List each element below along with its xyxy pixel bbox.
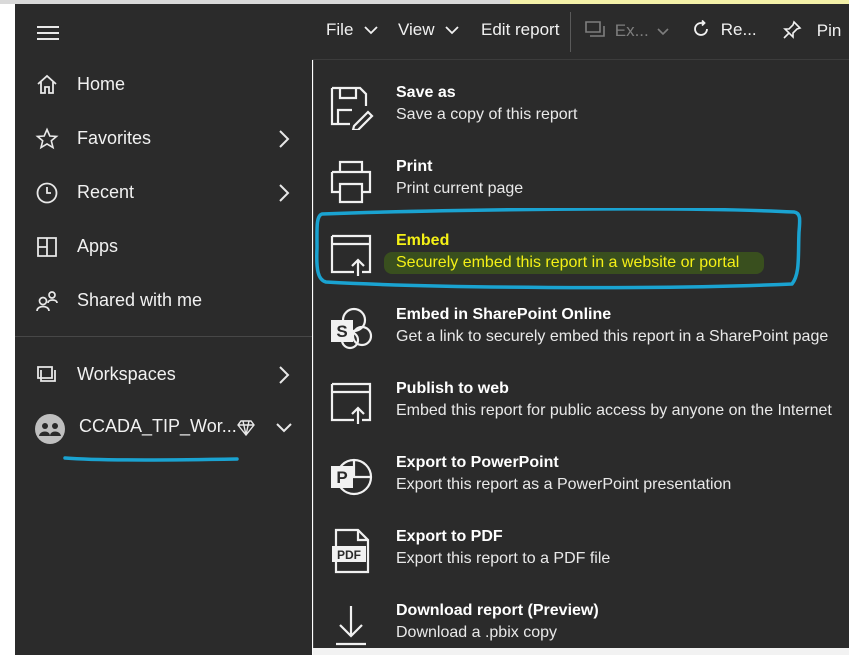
sidebar-item-current-workspace[interactable]: CCADA_TIP_Wor... xyxy=(15,402,312,454)
export-label: Ex... xyxy=(614,21,649,40)
sidebar-item-label: Favorites xyxy=(77,128,152,148)
menu-item-description: Export this report to a PDF file xyxy=(396,550,611,567)
powerpoint-icon: P xyxy=(331,458,373,496)
clock-icon xyxy=(36,182,58,204)
publish-web-icon xyxy=(330,382,372,424)
sidebar-item-label: Recent xyxy=(77,182,135,202)
refresh-label: Re... xyxy=(720,20,757,39)
menu-item-download-report[interactable]: Download report (Preview) Download a .pb… xyxy=(314,586,849,655)
pin-icon xyxy=(783,20,802,39)
sharepoint-icon: S xyxy=(331,307,373,350)
shared-icon xyxy=(36,291,58,312)
toolbar-separator xyxy=(570,12,571,52)
annotation-circle xyxy=(315,208,802,290)
sidebar-item-workspaces[interactable]: Workspaces xyxy=(15,350,312,402)
svg-text:S: S xyxy=(336,322,347,341)
menu-item-title: Publish to web xyxy=(396,380,509,397)
chevron-down-icon xyxy=(364,26,378,35)
apps-icon xyxy=(37,237,57,257)
menu-item-title: Embed in SharePoint Online xyxy=(396,306,612,323)
menu-item-title: Print xyxy=(396,158,433,175)
sidebar-item-home[interactable]: Home xyxy=(15,60,312,112)
refresh-button[interactable]: Re... xyxy=(692,19,757,40)
menu-item-description: Embed this report for public access by a… xyxy=(396,402,832,419)
download-icon xyxy=(336,606,366,646)
menu-item-description: Get a link to securely embed this report… xyxy=(396,328,829,345)
chevron-right-icon[interactable] xyxy=(277,364,291,386)
annotation-underline xyxy=(63,456,239,462)
menu-item-print[interactable]: Print Print current page xyxy=(314,142,849,216)
people-icon xyxy=(39,423,61,436)
chevron-right-icon[interactable] xyxy=(277,182,291,204)
bottom-strip xyxy=(313,648,849,655)
workspace-avatar xyxy=(35,414,65,444)
menu-item-embed-sharepoint[interactable]: S Embed in SharePoint Online Get a link … xyxy=(314,290,849,364)
edit-report-label: Edit report xyxy=(481,20,560,39)
refresh-icon xyxy=(694,19,708,36)
menu-item-publish-to-web[interactable]: Publish to web Embed this report for pub… xyxy=(314,364,849,438)
star-icon xyxy=(35,127,59,150)
sidebar-item-label: Apps xyxy=(77,236,119,256)
chevron-right-icon[interactable] xyxy=(277,128,291,150)
workspaces-icon xyxy=(37,366,56,382)
view-menu-label: View xyxy=(398,20,435,39)
workspace-name: CCADA_TIP_Wor... xyxy=(79,416,237,436)
pdf-icon: PDF xyxy=(332,528,370,574)
premium-diamond-icon xyxy=(237,420,255,436)
home-icon xyxy=(37,74,57,94)
report-toolbar: File View Edit report Ex... Re... Pin xyxy=(312,4,849,60)
svg-text:PDF: PDF xyxy=(337,548,361,562)
file-menu-label: File xyxy=(326,20,354,39)
chevron-down-icon xyxy=(657,28,670,36)
sidebar-item-label: Shared with me xyxy=(77,290,203,310)
pin-button[interactable]: Pin xyxy=(782,20,841,41)
sidebar-divider xyxy=(15,336,312,337)
sidebar-item-apps[interactable]: Apps xyxy=(15,222,312,274)
hamburger-menu-icon[interactable] xyxy=(37,26,59,42)
menu-item-title: Export to PDF xyxy=(396,528,503,545)
menu-item-description: Print current page xyxy=(396,180,524,197)
svg-text:P: P xyxy=(336,468,347,487)
menu-item-description: Download a .pbix copy xyxy=(396,624,557,641)
sidebar-item-favorites[interactable]: Favorites xyxy=(15,114,312,166)
sidebar-item-shared[interactable]: Shared with me xyxy=(15,276,312,328)
save-as-icon xyxy=(330,86,374,130)
sidebar-item-label: Workspaces xyxy=(77,364,176,384)
file-menu-button[interactable]: File xyxy=(326,20,378,40)
printer-icon xyxy=(330,160,372,204)
menu-item-save-as[interactable]: Save as Save a copy of this report xyxy=(314,68,849,142)
menu-item-title: Save as xyxy=(396,84,456,101)
file-menu-dropdown: Save as Save a copy of this report Print… xyxy=(313,60,849,655)
sidebar-item-label: Home xyxy=(77,74,126,94)
menu-item-description: Export this report as a PowerPoint prese… xyxy=(396,476,732,493)
menu-item-title: Export to PowerPoint xyxy=(396,454,559,471)
chevron-down-icon xyxy=(445,26,459,35)
sidebar-item-recent[interactable]: Recent xyxy=(15,168,312,220)
edit-report-button[interactable]: Edit report xyxy=(481,20,559,40)
pin-label: Pin xyxy=(816,21,842,40)
sidebar: Home Favorites Recent Apps Shared with m… xyxy=(15,4,312,655)
menu-item-export-powerpoint[interactable]: P Export to PowerPoint Export this repor… xyxy=(314,438,849,512)
menu-item-export-pdf[interactable]: PDF Export to PDF Export this report to … xyxy=(314,512,849,586)
export-icon xyxy=(585,21,605,37)
menu-item-title: Download report (Preview) xyxy=(396,602,599,619)
view-menu-button[interactable]: View xyxy=(398,20,459,40)
export-button[interactable]: Ex... xyxy=(584,20,670,41)
menu-item-description: Save a copy of this report xyxy=(396,106,578,123)
chevron-down-icon[interactable] xyxy=(275,422,293,434)
